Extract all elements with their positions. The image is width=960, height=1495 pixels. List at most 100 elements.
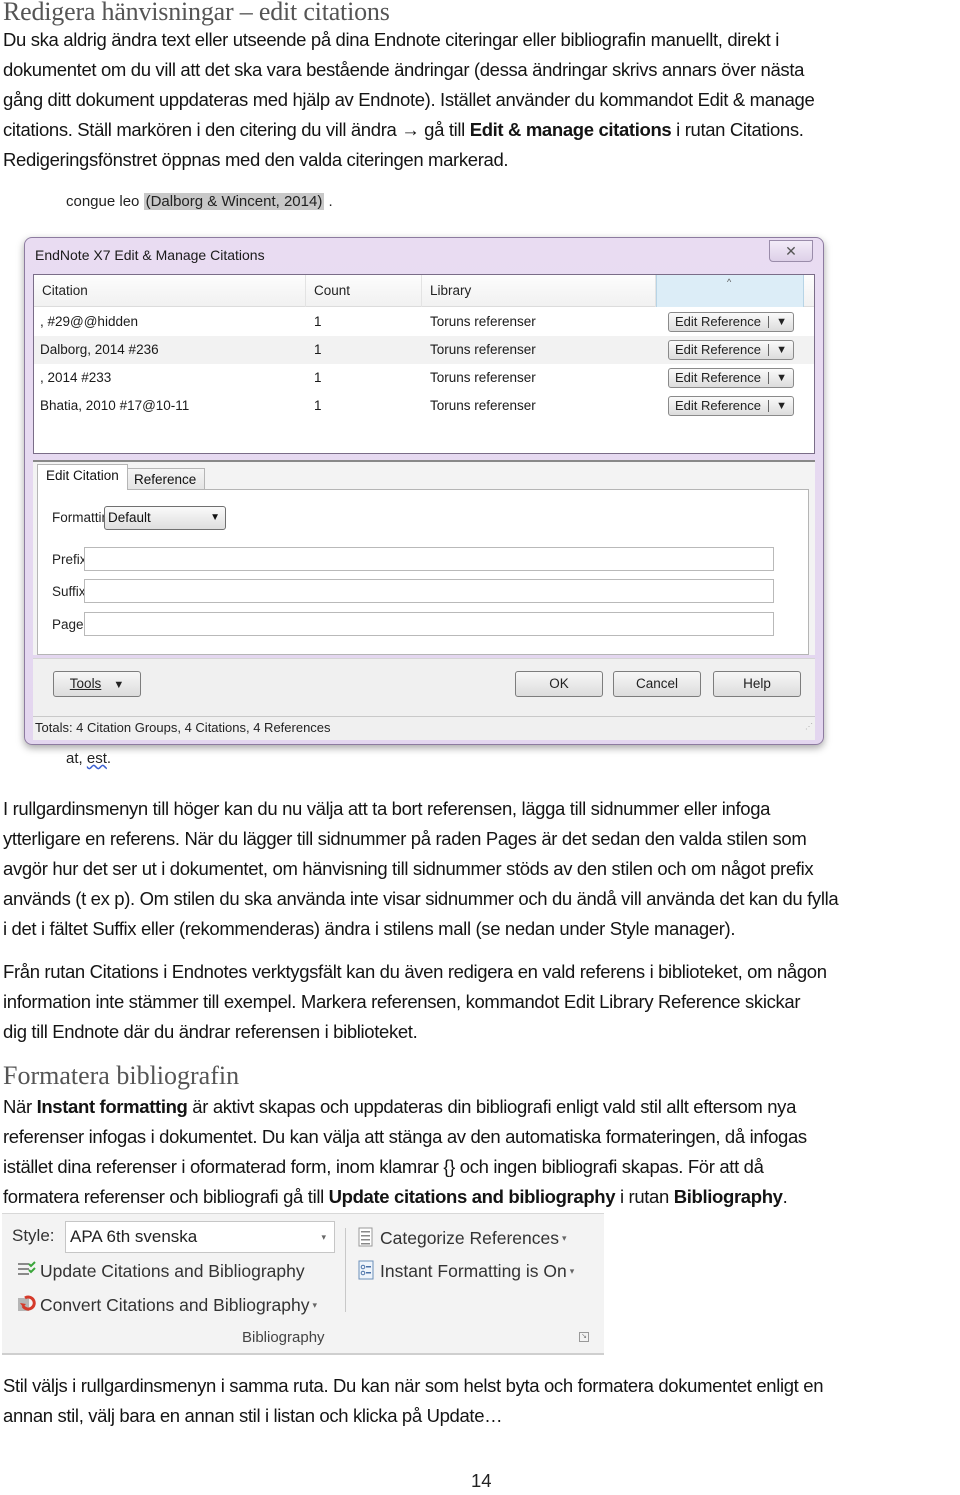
ribbon-separator <box>345 1228 346 1312</box>
edit-reference-dropdown[interactable]: Edit Reference ▼ <box>668 396 794 416</box>
style-select[interactable]: APA 6th svenska ▾ <box>65 1221 335 1253</box>
section-heading-edit-citations: Redigera hänvisningar – edit citations <box>3 0 390 26</box>
spellcheck-word: est <box>86 750 107 767</box>
library-cell: Toruns referenser <box>430 314 536 329</box>
tools-button[interactable]: Tools ▼ <box>53 671 141 697</box>
text-line: information inte stämmer till exempel. M… <box>3 991 801 1012</box>
citation-cell: Dalborg, 2014 #236 <box>40 342 159 357</box>
dialog-launcher-icon[interactable]: ↘ <box>579 1332 589 1342</box>
edit-library-reference-paragraph: Från rutan Citations i Endnotes verktygs… <box>3 957 960 1047</box>
count-cell: 1 <box>314 370 322 385</box>
edit-citation-tab-body: Formatting: Default ▼ Prefix: Suffix: Pag… <box>37 489 809 655</box>
sort-ascending-icon: ^ <box>727 277 732 287</box>
text-line: Stil väljs i rullgardinsmenyn i samma ru… <box>3 1375 824 1396</box>
library-cell: Toruns referenser <box>430 398 536 413</box>
dropdown-explanation-paragraph: I rullgardinsmenyn till höger kan du nu … <box>3 794 960 944</box>
chevron-down-icon: ▼ <box>776 344 787 356</box>
instant-formatting-button[interactable]: Instant Formatting is On ▾ <box>356 1260 574 1282</box>
bold-term: Edit & manage citations <box>469 119 672 140</box>
text-line: Redigeringsfönstret öppnas med den valda… <box>3 149 509 170</box>
column-header-count[interactable]: Count <box>306 275 422 307</box>
citation-details-panel: Edit Citation Reference Formatting: Defa… <box>33 460 815 655</box>
citation-cell: Bhatia, 2010 #17@10-11 <box>40 398 190 413</box>
dialog-title: EndNote X7 Edit & Manage Citations <box>35 247 265 263</box>
text-line: ytterligare en referens. När du lägger t… <box>3 828 807 849</box>
chevron-down-icon: ▼ <box>776 400 787 412</box>
citation-cell: , #29@@hidden <box>40 314 138 329</box>
section-heading-format-bibliography: Formatera bibliografin <box>3 1061 240 1090</box>
table-row[interactable]: Bhatia, 2010 #17@10-11 1 Toruns referens… <box>34 392 814 420</box>
text-line: avgör hur det ser ut i dokumentet, om hä… <box>3 858 814 879</box>
table-row[interactable]: , 2014 #233 1 Toruns referenser Edit Ref… <box>34 364 814 392</box>
text-line: dokumentet om du vill att det ska vara b… <box>3 59 805 80</box>
chevron-down-icon: ▾ <box>569 1266 575 1276</box>
cancel-button[interactable]: Cancel <box>613 671 701 697</box>
convert-citations-button[interactable]: Convert Citations and Bibliography ▾ <box>16 1294 317 1316</box>
citation-cell: , 2014 #233 <box>40 370 112 385</box>
intro-paragraph: Du ska aldrig ändra text eller utseende … <box>3 25 960 175</box>
count-cell: 1 <box>314 314 322 329</box>
table-row[interactable]: Dalborg, 2014 #236 1 Toruns referenser E… <box>34 336 814 364</box>
instant-formatting-paragraph: När Instant formatting är aktivt skapas … <box>3 1092 960 1212</box>
pages-input[interactable] <box>84 612 774 636</box>
categorize-references-button[interactable]: Categorize References ▾ <box>356 1227 567 1249</box>
close-icon: ✕ <box>785 243 797 259</box>
text-line: istället dina referenser i oformaterad f… <box>3 1156 764 1177</box>
update-list-icon <box>18 1261 36 1275</box>
bold-term: Instant formatting <box>36 1096 188 1117</box>
ok-button[interactable]: OK <box>515 671 603 697</box>
column-header-citation[interactable]: Citation <box>34 275 306 307</box>
table-row[interactable]: , #29@@hidden 1 Toruns referenser Edit R… <box>34 308 814 336</box>
style-label: Style: <box>12 1226 55 1245</box>
chevron-down-icon: ▾ <box>561 1233 567 1243</box>
ribbon-group-label: Bibliography <box>242 1329 325 1346</box>
document-lines-icon <box>358 1227 373 1247</box>
chevron-down-icon: ▼ <box>776 372 787 384</box>
status-bar: Totals: 4 Citation Groups, 4 Citations, … <box>33 716 815 740</box>
convert-icon <box>18 1295 36 1311</box>
style-change-paragraph: Stil väljs i rullgardinsmenyn i samma ru… <box>3 1371 960 1431</box>
text-line: Från rutan Citations i Endnotes verktygs… <box>3 961 827 982</box>
chevron-down-icon: ▼ <box>113 679 125 691</box>
update-citations-button[interactable]: Update Citations and Bibliography <box>16 1260 305 1282</box>
library-cell: Toruns referenser <box>430 342 536 357</box>
chevron-down-icon: ▼ <box>776 316 787 328</box>
bibliography-ribbon-screenshot: Style: APA 6th svenska ▾ Update Citations… <box>2 1213 604 1355</box>
document-text-snippet-bottom: at, est. <box>66 750 112 767</box>
resize-grip-icon[interactable]: ⋰ <box>805 716 813 738</box>
page-number: 14 <box>471 1470 492 1491</box>
count-cell: 1 <box>314 398 322 413</box>
text-line: citations. Ställ markören i den citering… <box>3 119 804 140</box>
text-line: formatera referenser och bibliografi gå … <box>3 1186 788 1207</box>
help-button[interactable]: Help <box>713 671 801 697</box>
formatting-select[interactable]: Default ▼ <box>104 506 226 530</box>
text-line: referenser infogas i dokumentet. Du kan … <box>3 1126 807 1147</box>
text-line: annan stil, välj bara en annan stil i li… <box>3 1405 503 1426</box>
column-header-sorted[interactable]: ^ <box>656 275 804 307</box>
edit-reference-dropdown[interactable]: Edit Reference ▼ <box>668 368 794 388</box>
column-header-library[interactable]: Library <box>422 275 656 307</box>
suffix-input[interactable] <box>84 579 774 603</box>
text-line: Du ska aldrig ändra text eller utseende … <box>3 29 780 50</box>
bold-term: Bibliography <box>673 1186 783 1207</box>
library-cell: Toruns referenser <box>430 370 536 385</box>
document-text-snippet: congue leo (Dalborg & Wincent, 2014) . <box>66 193 333 210</box>
edit-manage-citations-screenshot: congue leo (Dalborg & Wincent, 2014) . E… <box>20 185 840 775</box>
chevron-down-icon: ▾ <box>321 1232 326 1242</box>
count-cell: 1 <box>314 342 322 357</box>
edit-reference-dropdown[interactable]: Edit Reference ▼ <box>668 340 794 360</box>
close-button[interactable]: ✕ <box>769 240 813 262</box>
highlighted-citation[interactable]: (Dalborg & Wincent, 2014) <box>143 193 325 210</box>
instant-formatting-icon <box>358 1260 374 1280</box>
list-header: Citation Count Library ^ <box>34 275 814 307</box>
text-line: gång ditt dokument uppdateras med hjälp … <box>3 89 815 110</box>
chevron-down-icon: ▼ <box>210 512 220 523</box>
text-line: i det i fältet Suffix eller (rekommender… <box>3 918 736 939</box>
edit-reference-dropdown[interactable]: Edit Reference ▼ <box>668 312 794 332</box>
text-line: I rullgardinsmenyn till höger kan du nu … <box>3 798 771 819</box>
text-line: används (t ex p). Om stilen du ska använ… <box>3 888 839 909</box>
citation-list: Citation Count Library ^ , #29@@hidden 1… <box>33 274 815 454</box>
dialog-button-bar: Tools ▼ OK Cancel Help <box>33 658 815 716</box>
prefix-input[interactable] <box>84 547 774 571</box>
tab-edit-citation[interactable]: Edit Citation <box>37 464 128 490</box>
